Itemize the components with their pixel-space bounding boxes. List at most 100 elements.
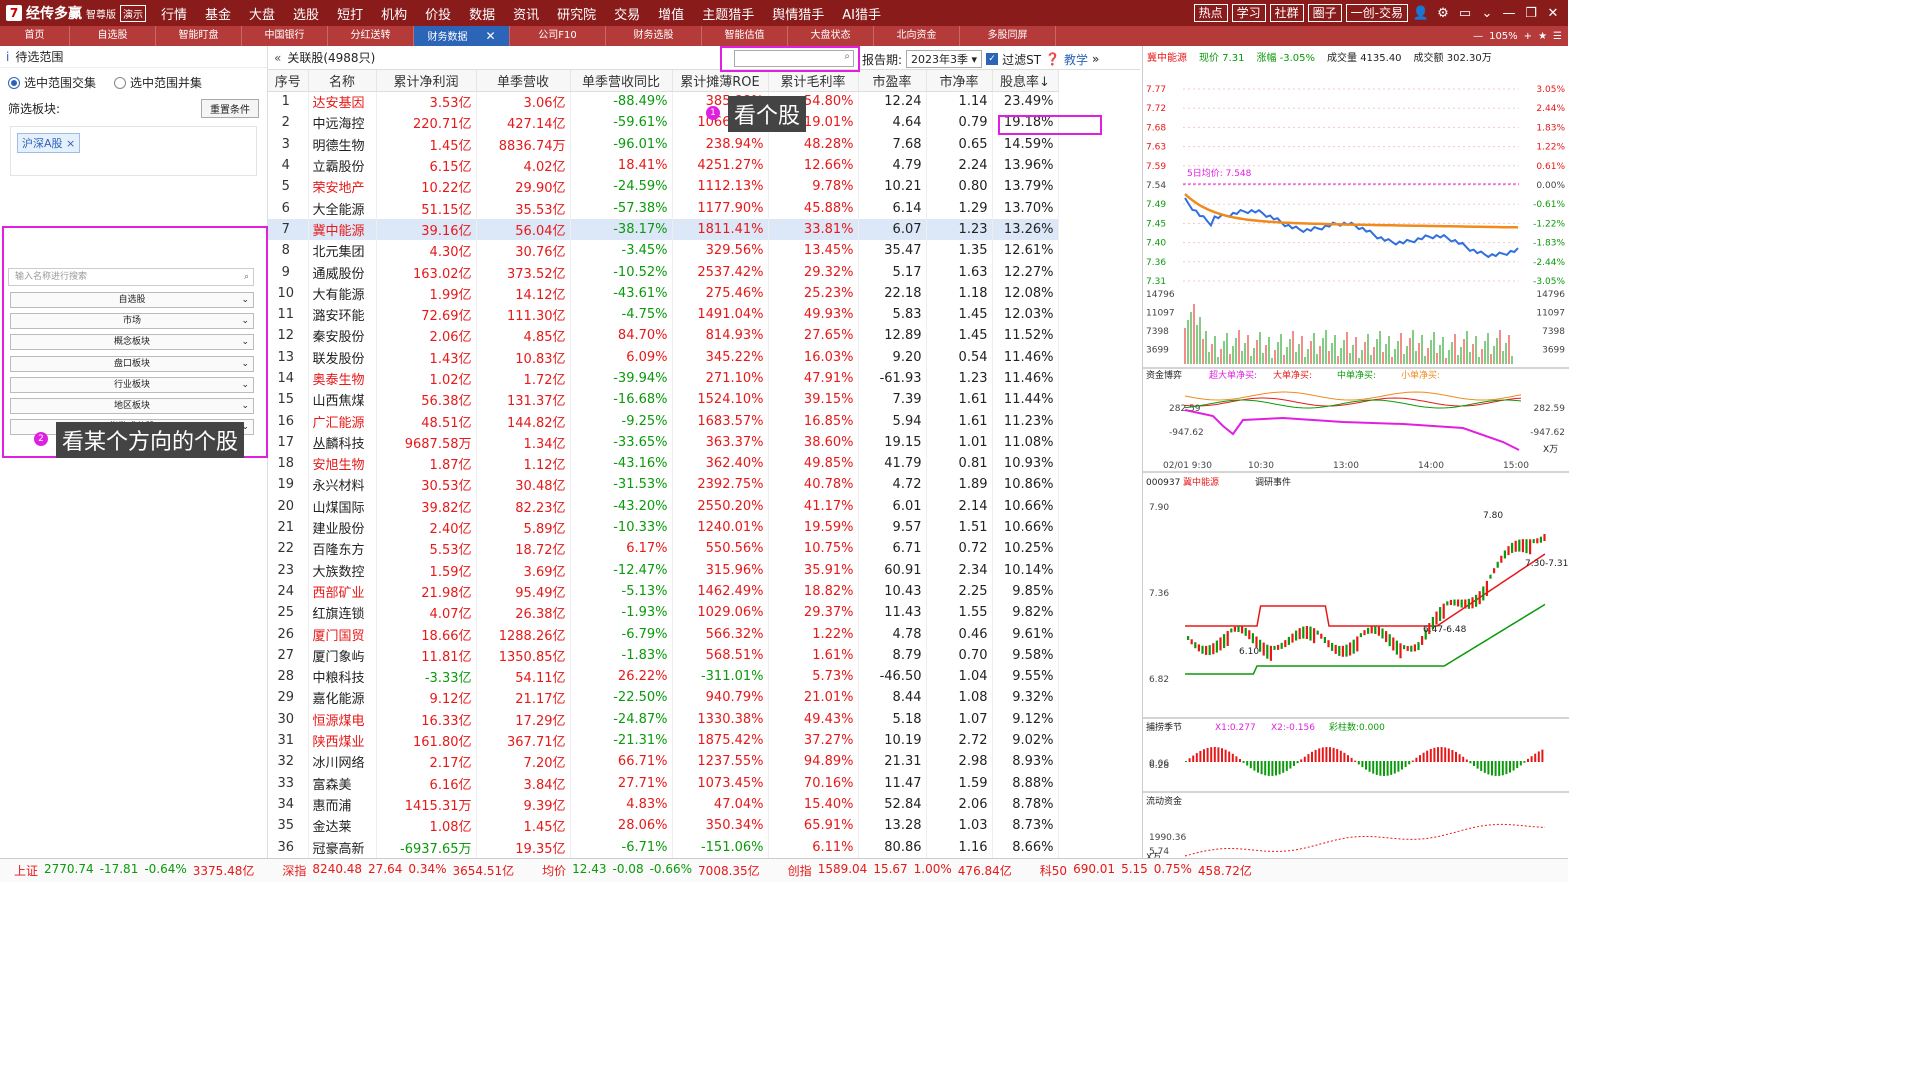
index-0[interactable]: 上证 2770.74 -17.81 -0.64% 3375.48亿	[0, 862, 268, 879]
table-row[interactable]: 6 大全能源 51.15亿 35.53亿 -57.38% 1177.90% 45.88% 6.…	[268, 197, 1059, 219]
menu-item-7[interactable]: 数据	[460, 4, 504, 23]
reset-button[interactable]: 重置条件	[201, 99, 259, 118]
table-row[interactable]: 32 冰川网络 2.17亿 7.20亿 66.71% 1237.55% 94.89% 21.3…	[268, 751, 1059, 773]
dropdown-1[interactable]: 市场 ⌄	[10, 313, 254, 330]
menu-item-8[interactable]: 资讯	[504, 4, 548, 23]
table-row[interactable]: 18 安旭生物 1.87亿 1.12亿 -43.16% 362.40% 49.85% 41.7…	[268, 453, 1059, 475]
gear-icon[interactable]: ⚙	[1434, 6, 1452, 21]
menu-item-2[interactable]: 大盘	[240, 4, 284, 23]
table-row[interactable]: 26 厦门国贸 18.66亿 1288.26亿 -6.79% 566.32% 1.22% 4.…	[268, 623, 1059, 645]
collapse-left-icon[interactable]: «	[268, 51, 287, 65]
dropdown-5[interactable]: 地区板块 ⌄	[10, 398, 254, 414]
table-row[interactable]: 36 冠豪高新 -6937.65万 19.35亿 -6.71% -151.06% 6.11%…	[268, 836, 1059, 858]
table-row[interactable]: 2中远海控220.71亿427.14亿-59.61%1066.08%19.01%…	[268, 112, 1059, 134]
minimize-icon[interactable]: —	[1500, 6, 1518, 21]
table-row[interactable]: 29 嘉化能源 9.12亿 21.17亿 -22.50% 940.79% 21.01% 8.4…	[268, 687, 1059, 709]
col-header-6[interactable]: 累计毛利率	[768, 70, 859, 92]
col-header-3[interactable]: 单季营收	[476, 70, 571, 92]
table-row[interactable]: 34 惠而浦 1415.31万 9.39亿 4.83% 47.04% 15.40% 52.84…	[268, 793, 1059, 816]
index-1[interactable]: 深指 8240.48 27.64 0.34% 3654.51亿	[268, 862, 528, 879]
col-header-7[interactable]: 市盈率	[858, 70, 927, 92]
table-row[interactable]: 13 联发股份 1.43亿 10.83亿 6.09% 345.22% 16.03% 9.20 0…	[268, 346, 1059, 368]
app-logo[interactable]: 7 经传多赢 智尊版 演示	[0, 3, 152, 23]
table-row[interactable]: 23 大族数控 1.59亿 3.69亿 -12.47% 315.96% 35.91% 60.9…	[268, 559, 1059, 581]
dropdown-4[interactable]: 行业板块 ⌄	[10, 376, 254, 393]
close-icon[interactable]: ✕	[1544, 6, 1562, 21]
col-header-2[interactable]: 累计净利润	[376, 70, 477, 92]
table-row[interactable]: 1达安基因3.53亿3.06亿-88.49%385.88%54.80%12.24…	[268, 91, 1059, 113]
col-header-5[interactable]: 累计摊薄ROE	[672, 70, 769, 92]
dropdown-0[interactable]: 自选股 ⌄	[10, 292, 254, 308]
user-icon[interactable]: 👤	[1412, 6, 1430, 21]
menu-item-5[interactable]: 机构	[372, 4, 416, 23]
col-header-9[interactable]: 股息率↓	[992, 70, 1059, 92]
table-row[interactable]: 7 冀中能源 39.16亿 56.04亿 -38.17% 1811.41% 33.81% 6.…	[268, 218, 1059, 241]
table-row[interactable]: 21 建业股份 2.40亿 5.89亿 -10.33% 1240.01% 19.59% 9.5…	[268, 516, 1059, 539]
col-header-1[interactable]: 名称	[308, 70, 377, 92]
index-4[interactable]: 科50 690.01 5.15 0.75% 458.72亿	[1026, 862, 1266, 879]
stock-search-input[interactable]: ⌕	[734, 50, 854, 67]
community-button[interactable]: 社群	[1269, 4, 1304, 22]
tab-7[interactable]: 财务选股	[606, 26, 702, 46]
index-2[interactable]: 均价 12.43 -0.08 -0.66% 7008.35亿	[528, 862, 774, 879]
tab-8[interactable]: 智能估值	[702, 26, 788, 46]
star-icon[interactable]: ★	[1538, 31, 1547, 42]
table-row[interactable]: 8 北元集团 4.30亿 30.76亿 -3.45% 329.56% 13.45% 35.47…	[268, 240, 1059, 262]
menu-item-13[interactable]: 舆情猎手	[763, 4, 833, 23]
table-row[interactable]: 3 明德生物 1.45亿 8836.74万 -96.01% 238.94% 48.28% 7.…	[268, 133, 1059, 155]
tab-9[interactable]: 大盘状态	[788, 26, 874, 46]
table-row[interactable]: 28 中粮科技 -3.33亿 54.11亿 26.22% -311.01% 5.73% -46…	[268, 666, 1059, 688]
index-3[interactable]: 创指 1589.04 15.67 1.00% 476.84亿	[774, 862, 1026, 879]
dropdown-3[interactable]: 盘口板块 ⌄	[10, 355, 254, 372]
table-row[interactable]: 17 丛麟科技 9687.58万 1.34亿 -33.65% 363.37% 38.60% 1…	[268, 431, 1059, 454]
table-row[interactable]: 22 百隆东方 5.53亿 18.72亿 6.17% 550.56% 10.75% 6.71 0…	[268, 538, 1059, 560]
col-header-4[interactable]: 单季营收同比	[570, 70, 673, 92]
radio-intersection[interactable]: 选中范围交集	[8, 74, 96, 91]
table-row[interactable]: 19 永兴材料 30.53亿 30.48亿 -31.53% 2392.75% 40.78% 4…	[268, 474, 1059, 496]
chevron-down-icon[interactable]: ⌄	[1478, 6, 1496, 21]
learn-button[interactable]: 学习	[1231, 4, 1266, 22]
trade-button[interactable]: 一创-交易	[1345, 4, 1408, 22]
table-row[interactable]: 10 大有能源 1.99亿 14.12亿 -43.61% 275.46% 25.23% 22.…	[268, 282, 1059, 304]
table-row[interactable]: 30 恒源煤电 16.33亿 17.29亿 -24.87% 1330.38% 49.43% 5…	[268, 708, 1059, 730]
expand-right-icon[interactable]: »	[1092, 52, 1099, 66]
tab-2[interactable]: 智能盯盘	[156, 26, 242, 46]
hot-button[interactable]: 热点	[1193, 4, 1228, 22]
table-row[interactable]: 24 西部矿业 21.98亿 95.49亿 -5.13% 1462.49% 18.82% 10…	[268, 580, 1059, 603]
menu-item-6[interactable]: 价投	[416, 4, 460, 23]
dropdown-2[interactable]: 概念板块 ⌄	[10, 334, 254, 351]
table-row[interactable]: 33 富森美 6.16亿 3.84亿 27.71% 1073.45% 70.16% 11.47…	[268, 772, 1059, 794]
table-row[interactable]: 16 广汇能源 48.51亿 144.82亿 -9.25% 1683.57% 16.85% 5…	[268, 410, 1059, 432]
table-row[interactable]: 31 陕西煤业 161.80亿 367.71亿 -21.31% 1875.42% 37.27…	[268, 729, 1059, 752]
tab-10[interactable]: 北向资金	[874, 26, 960, 46]
tab-close-icon[interactable]: ✕	[485, 29, 495, 43]
tab-4[interactable]: 分红送转	[328, 26, 414, 46]
menu-item-10[interactable]: 交易	[605, 4, 649, 23]
report-period-select[interactable]: 2023年3季 ▾	[906, 50, 983, 68]
tab-5[interactable]: 财务数据 ✕	[414, 26, 510, 46]
radio-union[interactable]: 选中范围并集	[114, 74, 202, 91]
col-header-8[interactable]: 市净率	[926, 70, 993, 92]
col-header-0[interactable]: 序号	[268, 70, 309, 92]
table-row[interactable]: 25 红旗连锁 4.07亿 26.38亿 -1.93% 1029.06% 29.37% 11.…	[268, 602, 1059, 624]
tab-1[interactable]: 自选股	[70, 26, 156, 46]
menu-item-14[interactable]: AI猎手	[833, 4, 890, 23]
table-row[interactable]: 11 潞安环能 72.69亿 111.30亿 -4.75% 1491.04% 49.93% 5…	[268, 303, 1059, 326]
stock-charts[interactable]: 7.77 3.05% 7.72 2.44% 7.68 1.83% 7.63 1.22% 7.59…	[1143, 66, 1569, 878]
tab-0[interactable]: 首页	[0, 26, 70, 46]
restore-icon[interactable]: ❐	[1522, 6, 1540, 21]
table-row[interactable]: 35 金达莱 1.08亿 1.45亿 28.06% 350.34% 65.91% 13.28 1…	[268, 815, 1059, 837]
demo-badge[interactable]: 演示	[120, 4, 146, 22]
menu-item-9[interactable]: 研究院	[548, 4, 605, 23]
checkbox-checked-icon[interactable]: ✓	[986, 53, 999, 65]
table-row[interactable]: 14 奥泰生物 1.02亿 1.72亿 -39.94% 271.10% 47.91% -61.…	[268, 367, 1059, 390]
menu-item-3[interactable]: 选股	[284, 4, 328, 23]
menu-item-12[interactable]: 主题猎手	[693, 4, 763, 23]
stock-name[interactable]: 冀中能源	[1147, 49, 1187, 64]
table-row[interactable]: 5 荣安地产 10.22亿 29.90亿 -24.59% 1112.13% 9.78% 10.…	[268, 176, 1059, 198]
menu-item-11[interactable]: 增值	[649, 4, 693, 23]
table-row[interactable]: 12 秦安股份 2.06亿 4.85亿 84.70% 814.93% 27.65% 12.89…	[268, 325, 1059, 347]
table-row[interactable]: 15 山西焦煤 56.38亿 131.37亿 -16.68% 1524.10% 39.15%…	[268, 389, 1059, 411]
table-row[interactable]: 4 立霸股份 6.15亿 4.02亿 18.41% 4251.27% 12.66% 4.79 2…	[268, 154, 1059, 177]
zoom-out-icon[interactable]: —	[1473, 31, 1483, 42]
